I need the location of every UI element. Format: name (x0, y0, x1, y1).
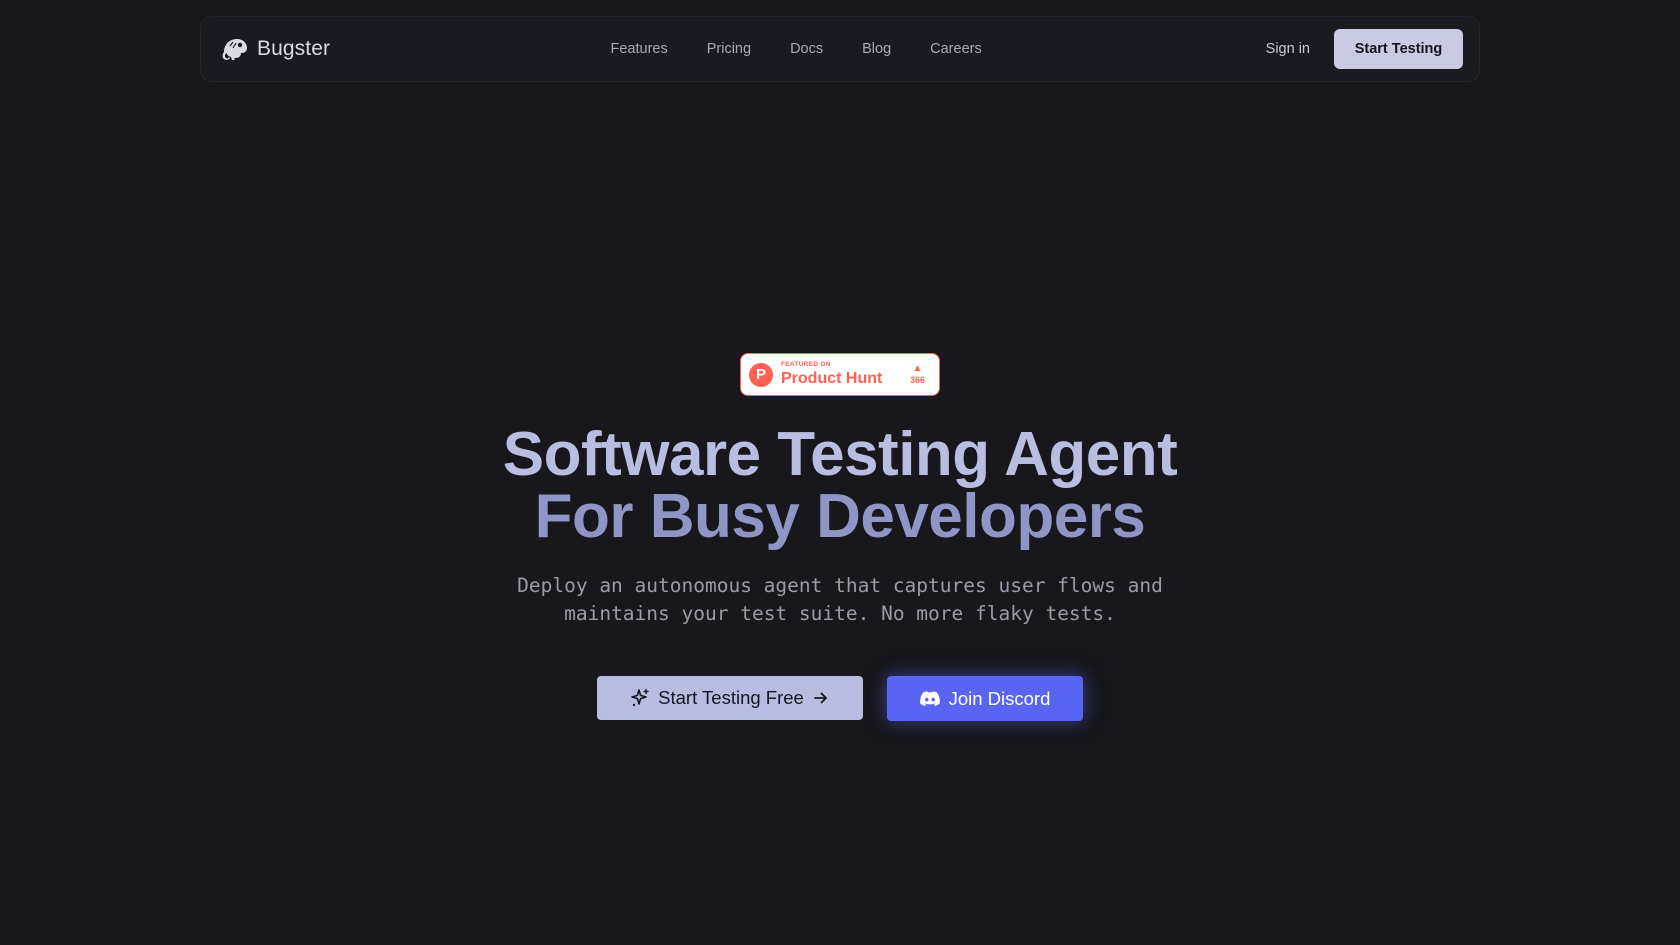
nav-link-careers[interactable]: Careers (911, 41, 1002, 57)
hero-subtitle: Deploy an autonomous agent that captures… (0, 572, 1680, 628)
nav-link-blog[interactable]: Blog (843, 41, 911, 57)
hero-headline: Software Testing Agent For Busy Develope… (0, 424, 1680, 548)
nav-actions: Sign in Start Testing (1266, 17, 1463, 81)
hero-subtitle-line1: Deploy an autonomous agent that captures… (517, 574, 1163, 597)
start-testing-button[interactable]: Start Testing (1334, 29, 1463, 69)
landing-page: Bugster Features Pricing Docs Blog Caree… (0, 0, 1680, 945)
hero-cta-row: Start Testing Free Join Discord (597, 676, 1083, 721)
discord-icon (919, 690, 940, 706)
arrow-right-icon (813, 692, 827, 704)
product-hunt-name: Product Hunt (781, 370, 883, 388)
start-testing-free-label: Start Testing Free (658, 687, 804, 708)
hero-subtitle-line2: maintains your test suite. No more flaky… (564, 602, 1116, 625)
brand-name: Bugster (257, 37, 331, 60)
product-hunt-vote-count: 366 (909, 375, 925, 385)
nav-link-docs[interactable]: Docs (771, 41, 843, 57)
nav-links: Features Pricing Docs Blog Careers (591, 17, 1001, 81)
product-hunt-text: FEATURED ON Product Hunt (781, 360, 883, 388)
hero-headline-line1: Software Testing Agent (502, 420, 1178, 489)
upvote-triangle-icon: ▲ (912, 363, 923, 374)
sparkle-icon (631, 688, 649, 707)
product-hunt-badge[interactable]: P FEATURED ON Product Hunt ▲ 366 (740, 353, 940, 396)
chameleon-icon (222, 39, 247, 60)
product-hunt-featured-label: FEATURED ON (781, 360, 831, 368)
product-hunt-icon: P (749, 362, 773, 387)
join-discord-label: Join Discord (948, 687, 1051, 709)
join-discord-button[interactable]: Join Discord (887, 676, 1083, 721)
brand-logo-link[interactable]: Bugster (221, 17, 330, 81)
hero-headline-line2: For Busy Developers (534, 482, 1146, 551)
product-hunt-votes: ▲ 366 (910, 364, 925, 385)
nav-link-features[interactable]: Features (591, 41, 687, 57)
nav-link-pricing[interactable]: Pricing (687, 41, 770, 57)
top-navbar: Bugster Features Pricing Docs Blog Caree… (200, 16, 1480, 82)
sign-in-link[interactable]: Sign in (1266, 41, 1310, 57)
start-testing-free-button[interactable]: Start Testing Free (597, 676, 863, 720)
